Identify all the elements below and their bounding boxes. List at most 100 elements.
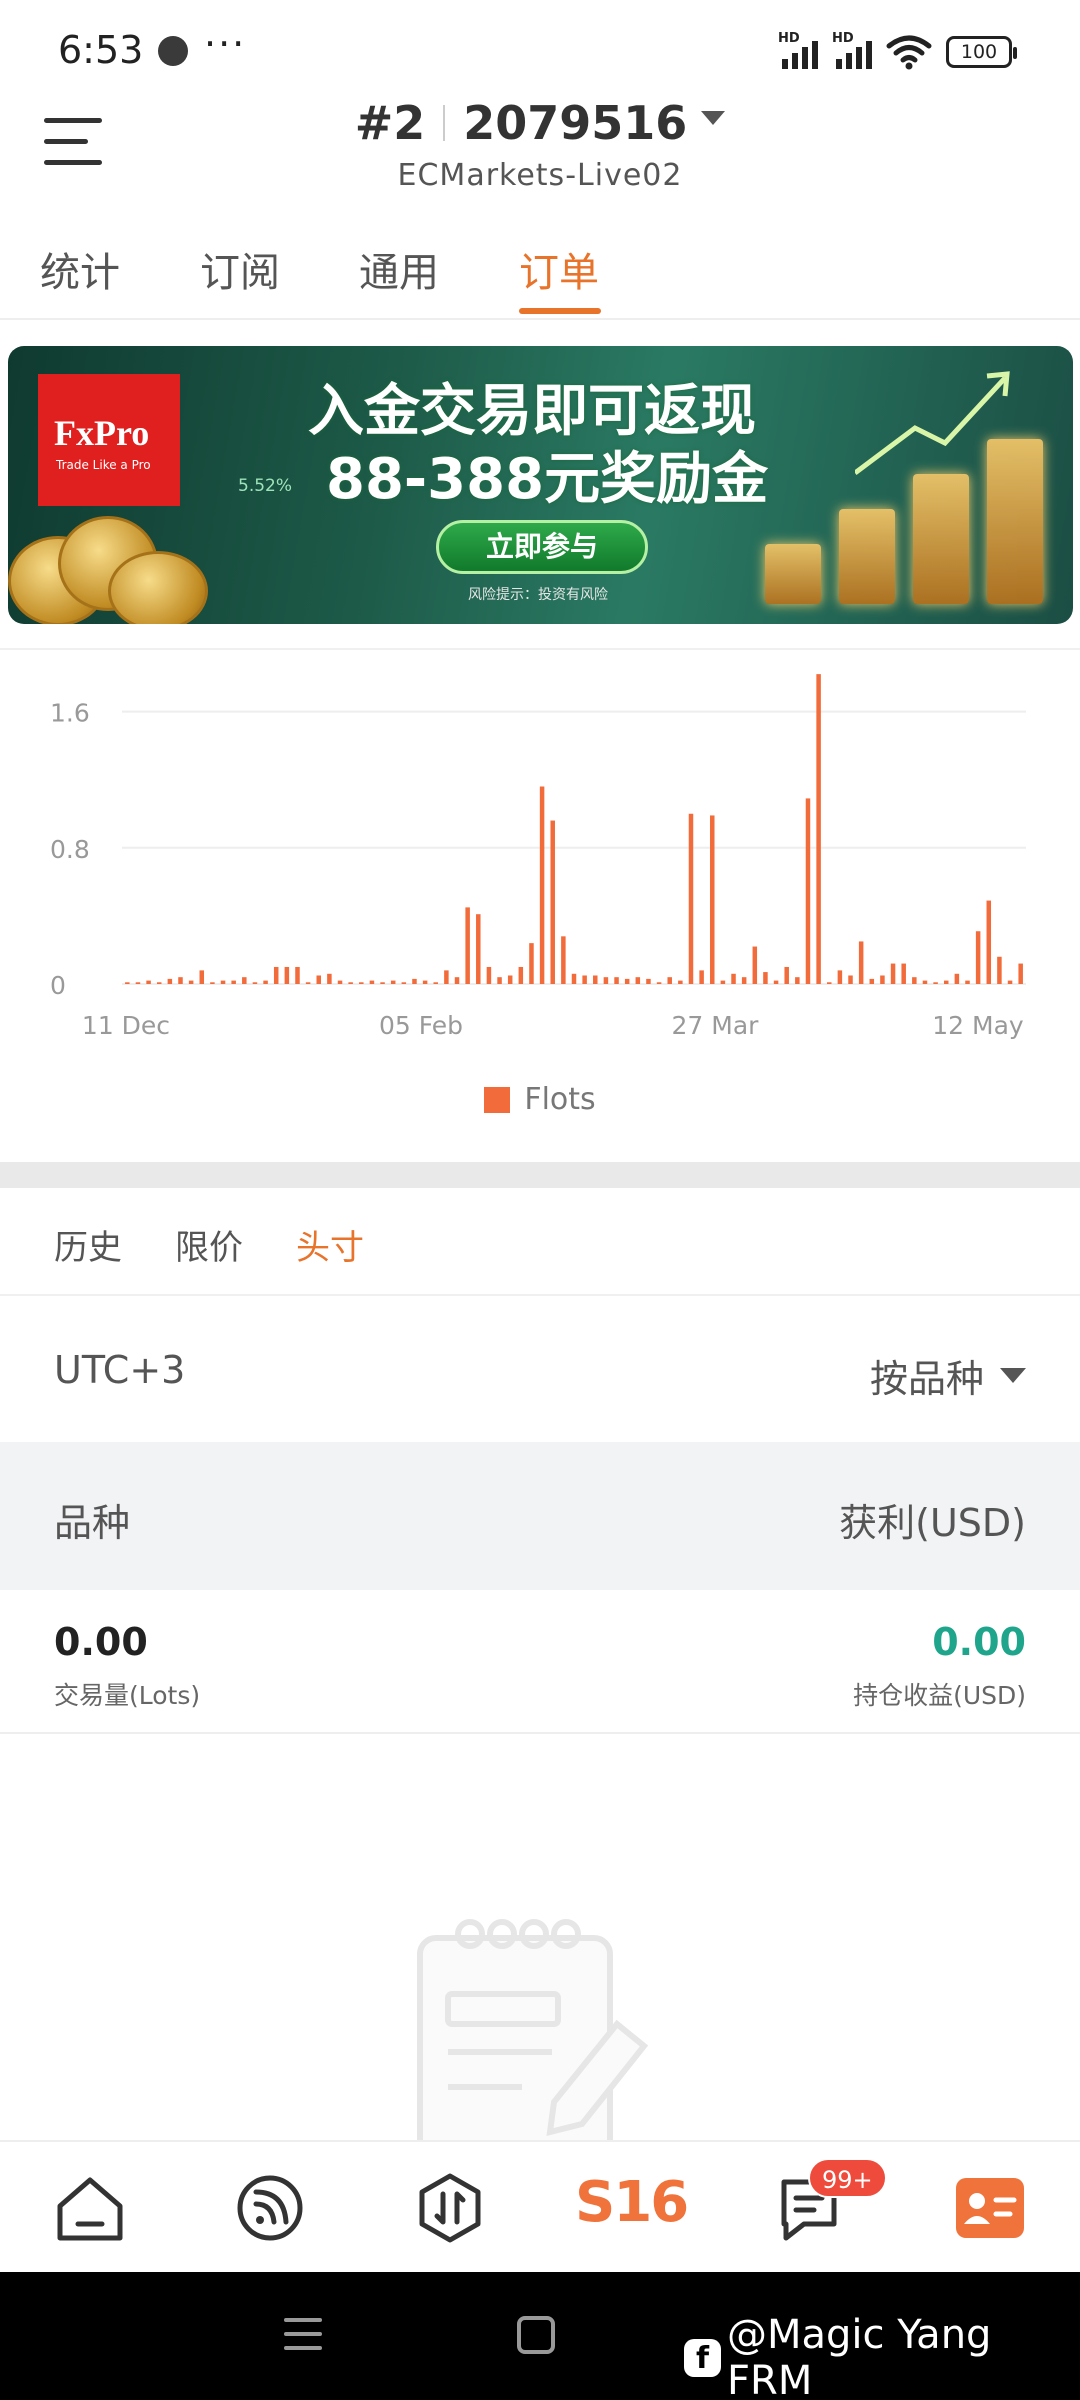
chart-bar [997,956,1002,984]
chart-bar [252,982,258,984]
home-button-icon[interactable] [517,2316,555,2354]
promo-banner[interactable]: FxPro Trade Like a Pro 入金交易即可返现 88-388元奖… [8,346,1073,624]
legend-swatch [484,1086,511,1113]
chart-bar [412,978,417,984]
tab-limit[interactable]: 限价 [175,1220,243,1269]
chart-bar [316,975,322,984]
chart-bar [603,977,609,984]
tab-statistics[interactable]: 统计 [40,240,120,298]
chart-bar [582,975,587,984]
sort-by-symbol-dropdown[interactable]: 按品种 [870,1348,1026,1403]
chart-bar [433,982,438,984]
chart-bar [943,980,949,984]
volume-label: 交易量(Lots) [54,1681,201,1710]
chart-bar [624,978,630,984]
join-now-button[interactable]: 立即参与 [436,520,648,574]
chart-bar [816,674,821,984]
recent-apps-icon[interactable] [284,2318,322,2360]
chart-bar [295,966,300,984]
logo-tagline: Trade Like a Pro [56,458,151,472]
x-tick-label: 11 Dec [82,1011,170,1040]
s16-nav-item[interactable]: S16 [575,2170,689,2235]
chart-bar [167,978,173,984]
sort-label: 按品种 [869,1357,984,1401]
chart-bar [284,966,290,984]
battery-icon: 100 [946,36,1017,68]
chart-bar [359,982,364,984]
volume-value: 0.00 [54,1620,148,1664]
chart-bar [444,970,449,984]
chart-bar [975,931,981,984]
chart-bar [571,973,577,984]
network-type-label: HD [832,31,854,46]
bottom-nav: S16 99+ [0,2140,1080,2272]
chart-bar [178,977,183,984]
tab-subscription[interactable]: 订阅 [200,240,280,298]
signal-icon: HD [832,31,872,69]
chart-bar [763,972,768,984]
chart-bar [731,973,736,984]
chart-bar [327,973,332,984]
chart-bar [922,980,928,984]
chart-bar [507,975,513,984]
column-symbol: 品种 [54,1501,131,1545]
chart-bar [539,786,545,984]
home-icon[interactable] [50,2172,130,2244]
chart-bar [667,977,672,984]
chart-bar [858,941,864,984]
chart-bar [593,975,598,984]
chart-bar [550,820,555,984]
chart-bar [965,980,970,984]
facebook-icon: f [684,2339,722,2377]
chart-bar [125,982,130,984]
chart-bar [422,980,428,984]
chart-legend[interactable]: Flots [0,1082,1080,1117]
chart-bar [486,966,492,984]
top-tabs: 统计 订阅 通用 订单 [0,232,1080,320]
chart-bar [518,966,524,984]
tab-orders[interactable]: 订单 [519,240,599,298]
chart-bar [805,798,811,984]
profile-card-icon[interactable] [950,2172,1030,2244]
chart-bar [880,975,885,984]
chart-bar [912,977,917,984]
chart-bar [890,963,896,984]
chart-bar [752,946,758,984]
chart-bar [390,980,396,984]
banner-percent: 5.52% [238,476,293,496]
chart-bar [773,980,779,984]
tab-general[interactable]: 通用 [359,240,439,298]
signal-feed-icon[interactable] [230,2172,310,2244]
summary-row: 0.00 交易量(Lots) 0.00 持仓收益(USD) [0,1590,1080,1734]
trade-icon[interactable] [410,2172,490,2244]
logo-name: FxPro [54,413,150,453]
status-time: 6:53 [58,28,144,72]
empty-notepad-icon [417,1919,649,2142]
chart-bar [1018,963,1023,984]
chart-bar [263,980,268,984]
active-tab-indicator [519,308,601,314]
chart-bar [699,970,704,984]
chart-bar [933,982,938,984]
separator [443,105,446,141]
account-index: #2 [354,96,426,150]
chart-bar [720,980,726,984]
chart-bar [741,977,747,984]
bar-graphic [765,439,1043,604]
battery-level: 100 [960,41,998,63]
chart-bar [465,907,470,984]
chart-bar [305,982,311,984]
account-selector[interactable]: #2 2079516 ECMarkets-Live02 [0,96,1080,193]
tab-positions[interactable]: 头寸 [296,1220,364,1269]
chart-bar [848,975,853,984]
wifi-icon [886,35,932,70]
chart-bar [837,970,843,984]
more-notifications-icon: ··· [204,22,247,66]
chart-bar [678,980,683,984]
chart-bar [273,966,279,984]
system-nav-bar: f @Magic Yang FRM [0,2272,1080,2400]
chart-bar [242,977,247,984]
tab-history[interactable]: 历史 [54,1220,122,1269]
account-number: 2079516 [463,96,688,150]
chart-bar [901,963,906,984]
